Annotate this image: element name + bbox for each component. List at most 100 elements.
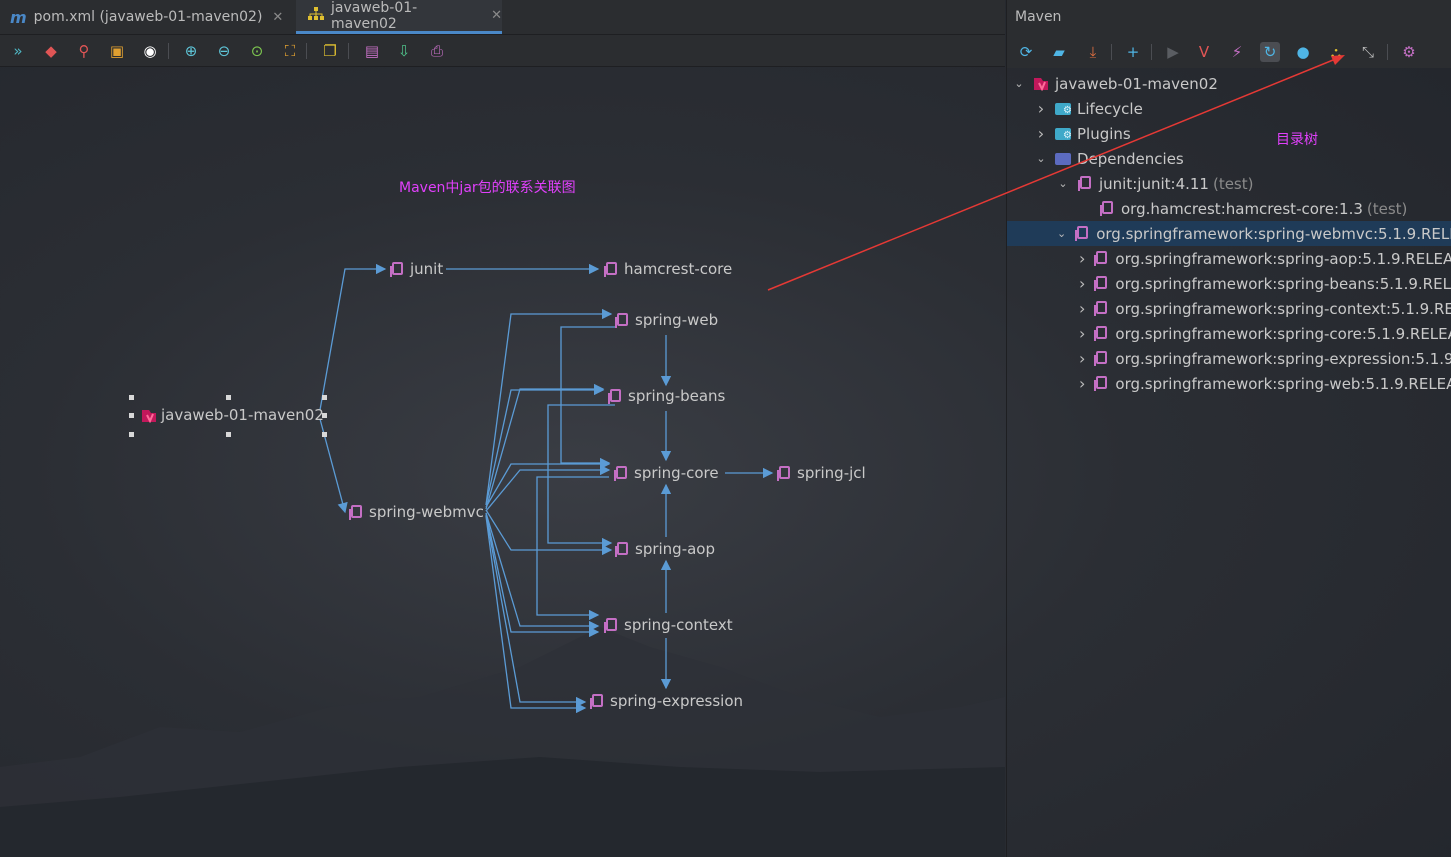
- maven-icon: [141, 408, 156, 423]
- node-spring-webmvc[interactable]: spring-webmvc: [349, 503, 484, 521]
- jar-icon: [604, 617, 617, 633]
- save-icon[interactable]: ▤: [362, 41, 382, 61]
- chevron-down-icon[interactable]: ⌄: [1035, 152, 1047, 165]
- zoom-in-icon[interactable]: ⊕: [181, 41, 201, 61]
- chevron-right-icon[interactable]: ›: [1079, 274, 1085, 293]
- show-conflicts-icon[interactable]: ◆: [41, 41, 61, 61]
- tree-row[interactable]: › ⚙ Plugins: [1007, 121, 1451, 146]
- jar-icon: [615, 541, 628, 557]
- add-icon[interactable]: +: [1123, 42, 1143, 62]
- tree-row[interactable]: ⌄ junit:junit:4.11 (test): [1007, 171, 1451, 196]
- node-root[interactable]: javaweb-01-maven02: [141, 406, 324, 424]
- tree-row[interactable]: › org.springframework:spring-beans:5.1.9.…: [1007, 271, 1451, 296]
- selection-handle[interactable]: [226, 432, 231, 437]
- tree-row[interactable]: org.hamcrest:hamcrest-core:1.3 (test): [1007, 196, 1451, 221]
- tree-row[interactable]: › org.springframework:spring-web:5.1.9.RE…: [1007, 371, 1451, 396]
- folder-gear-icon: ⚙: [1055, 126, 1072, 141]
- toolbar-separator: [1151, 44, 1152, 60]
- tab-pom-xml[interactable]: m pom.xml (javaweb-01-maven02) ✕: [10, 0, 283, 34]
- select-all-icon[interactable]: ▣: [107, 41, 127, 61]
- jar-icon: [777, 465, 790, 481]
- close-icon[interactable]: ✕: [491, 8, 502, 23]
- scope-label: (test): [1366, 199, 1408, 218]
- node-junit[interactable]: junit: [390, 260, 443, 278]
- chevron-down-icon[interactable]: ⌄: [1013, 77, 1025, 90]
- node-spring-web[interactable]: spring-web: [615, 311, 718, 329]
- selection-handle[interactable]: [129, 432, 134, 437]
- tab-diagram[interactable]: javaweb-01-maven02 ✕: [296, 0, 502, 34]
- editor-tab-bar: m pom.xml (javaweb-01-maven02) ✕ javaweb…: [0, 0, 1005, 35]
- diagram-icon[interactable]: ⛬: [1326, 42, 1346, 62]
- dependency-diagram-canvas[interactable]: Maven中jar包的联系关联图 javaweb-01-maven02 juni…: [0, 67, 1005, 857]
- close-icon[interactable]: ✕: [272, 10, 283, 25]
- tree-row-label: org.hamcrest:hamcrest-core:1.3: [1121, 199, 1363, 218]
- skip-tests-icon[interactable]: ↻: [1260, 42, 1280, 62]
- diagram-toolbar: » ◆ ⚲ ▣ ◉ ⊕ ⊖ ⊙ ⛶ ❐ ▤ ⇩ ⎙: [0, 35, 1005, 67]
- collapse-all-icon[interactable]: ⤡: [1358, 42, 1378, 62]
- toggle-offline-icon[interactable]: ⚡: [1227, 42, 1247, 62]
- jar-icon: [1077, 176, 1093, 191]
- layout-icon[interactable]: ❐: [320, 41, 340, 61]
- tree-row[interactable]: ⌄ javaweb-01-maven02: [1007, 71, 1451, 96]
- chevron-down-icon[interactable]: ⌄: [1057, 177, 1069, 190]
- tree-row[interactable]: › org.springframework:spring-context:5.1.…: [1007, 296, 1451, 321]
- chevron-right-icon[interactable]: ›: [1079, 324, 1085, 343]
- actual-size-icon[interactable]: ⊙: [247, 41, 267, 61]
- node-spring-beans[interactable]: spring-beans: [608, 387, 725, 405]
- node-hamcrest-core[interactable]: hamcrest-core: [604, 260, 732, 278]
- node-spring-core[interactable]: spring-core: [614, 464, 719, 482]
- show-edge-labels-icon[interactable]: ◉: [140, 41, 160, 61]
- selection-handle[interactable]: [322, 395, 327, 400]
- execute-goal-icon[interactable]: V: [1194, 42, 1214, 62]
- run-icon[interactable]: ▶: [1163, 42, 1183, 62]
- selection-handle[interactable]: [129, 395, 134, 400]
- tree-row-label: org.springframework:spring-aop:5.1.9.REL…: [1115, 249, 1451, 268]
- jar-icon: [1093, 351, 1109, 366]
- highlight-paths-icon[interactable]: ⚲: [74, 41, 94, 61]
- chevron-right-icon[interactable]: ›: [1079, 299, 1085, 318]
- node-label: spring-aop: [635, 540, 716, 558]
- jar-icon: [590, 693, 603, 709]
- fit-content-icon[interactable]: ⛶: [280, 41, 300, 61]
- show-dependencies-icon[interactable]: ●: [1293, 42, 1313, 62]
- node-label: hamcrest-core: [624, 260, 733, 278]
- chevron-right-icon[interactable]: ›: [1079, 349, 1085, 368]
- jar-icon: [349, 504, 362, 520]
- chevron-right-icon[interactable]: ›: [1035, 99, 1047, 118]
- node-label: spring-beans: [628, 387, 726, 405]
- reload-icon[interactable]: ⟳: [1016, 42, 1036, 62]
- node-spring-aop[interactable]: spring-aop: [615, 540, 715, 558]
- jar-icon: [390, 261, 403, 277]
- add-project-icon[interactable]: ▰: [1049, 42, 1069, 62]
- tree-row[interactable]: › org.springframework:spring-aop:5.1.9.RE…: [1007, 246, 1451, 271]
- jar-icon: [1093, 276, 1109, 291]
- chevron-down-icon[interactable]: ⌄: [1057, 227, 1066, 240]
- node-spring-jcl[interactable]: spring-jcl: [777, 464, 866, 482]
- node-spring-expression[interactable]: spring-expression: [590, 692, 743, 710]
- jar-icon: [1093, 251, 1109, 266]
- tree-row[interactable]: › org.springframework:spring-expression:5…: [1007, 346, 1451, 371]
- chevron-right-icon[interactable]: ›: [1035, 124, 1047, 143]
- tree-row-label: org.springframework:spring-core:5.1.9.RE…: [1115, 324, 1451, 343]
- selection-handle[interactable]: [129, 413, 134, 418]
- print-icon[interactable]: ⎙: [427, 41, 447, 61]
- toolbar-separator: [1111, 44, 1112, 60]
- export-icon[interactable]: ⇩: [394, 41, 414, 61]
- tree-row-label: junit:junit:4.11: [1099, 174, 1209, 193]
- settings-icon[interactable]: ⚙: [1399, 42, 1419, 62]
- chevron-right-icon[interactable]: ›: [1079, 249, 1085, 268]
- expand-dependencies-icon[interactable]: »: [8, 41, 28, 61]
- tree-row[interactable]: ⌄ Dependencies: [1007, 146, 1451, 171]
- node-spring-context[interactable]: spring-context: [604, 616, 733, 634]
- tree-row[interactable]: › org.springframework:spring-core:5.1.9.R…: [1007, 321, 1451, 346]
- tree-row[interactable]: ⌄ org.springframework:spring-webmvc:5.1.9…: [1007, 221, 1451, 246]
- jar-icon: [604, 261, 617, 277]
- download-sources-icon[interactable]: ⤓: [1083, 42, 1103, 62]
- tree-row[interactable]: › ⚙ Lifecycle: [1007, 96, 1451, 121]
- selection-handle[interactable]: [226, 395, 231, 400]
- tree-row-label: org.springframework:spring-web:5.1.9.REL…: [1115, 374, 1451, 393]
- zoom-out-icon[interactable]: ⊖: [214, 41, 234, 61]
- jar-icon: [1074, 226, 1090, 241]
- chevron-right-icon[interactable]: ›: [1079, 374, 1085, 393]
- selection-handle[interactable]: [322, 432, 327, 437]
